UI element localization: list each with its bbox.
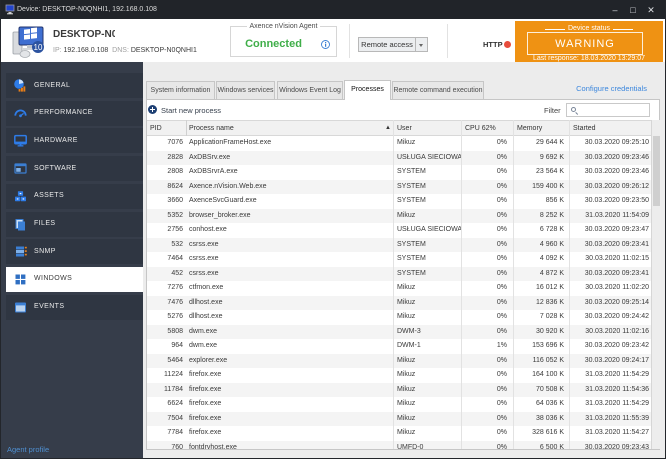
svg-text:10: 10 — [34, 43, 43, 52]
